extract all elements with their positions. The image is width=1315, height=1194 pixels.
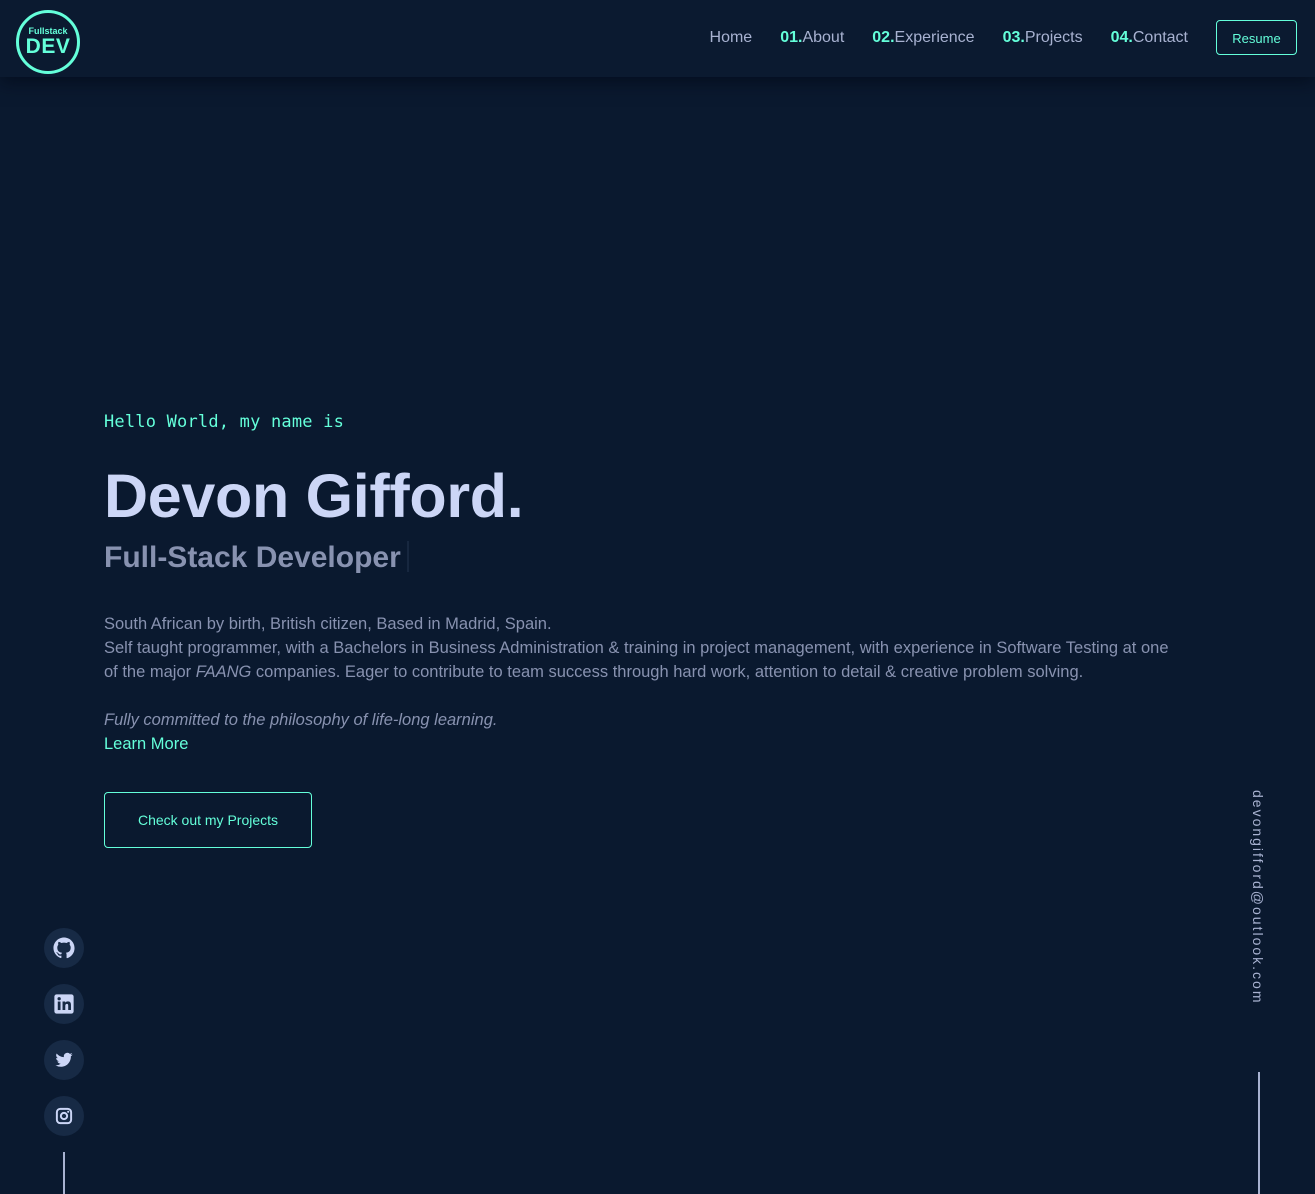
- nav-home[interactable]: Home: [710, 27, 753, 49]
- social-links: [44, 928, 84, 1152]
- nav-projects-number: 03.: [1002, 29, 1025, 46]
- logo[interactable]: Fullstack DEV: [16, 10, 80, 74]
- nav-experience[interactable]: 02.Experience: [872, 27, 974, 49]
- nav-home-label: Home: [709, 29, 753, 46]
- main-navigation: Home 01.About 02.Experience 03.Projects …: [710, 27, 1188, 49]
- resume-button[interactable]: Resume: [1216, 20, 1297, 55]
- linkedin-link[interactable]: [44, 984, 84, 1024]
- contact-email-link[interactable]: devongifford@outlook.com: [1250, 790, 1266, 1005]
- nav-contact-label: Contact: [1132, 29, 1188, 46]
- social-divider-line: [63, 1152, 65, 1194]
- site-header: Fullstack DEV Home 01.About 02.Experienc…: [0, 0, 1315, 77]
- hero-role: Full-Stack Developer: [104, 539, 1184, 577]
- philosophy-text: Fully committed to the philosophy of lif…: [104, 711, 498, 729]
- github-icon: [53, 937, 75, 959]
- nav-contact[interactable]: 04.Contact: [1111, 27, 1188, 49]
- nav-experience-number: 02.: [872, 29, 895, 46]
- twitter-link[interactable]: [44, 1040, 84, 1080]
- instagram-icon: [55, 1107, 73, 1125]
- logo-main-text: DEV: [25, 35, 71, 58]
- hero-name: Devon Gifford.: [104, 462, 524, 530]
- bio-location-text: South African by birth, British citizen,…: [104, 615, 552, 633]
- nav-projects[interactable]: 03.Projects: [1003, 27, 1083, 49]
- typing-cursor: [406, 541, 409, 572]
- nav-about-label: About: [802, 29, 845, 46]
- bio-outro-text: companies. Eager to contribute to team s…: [251, 663, 1084, 681]
- linkedin-icon: [53, 993, 75, 1015]
- hero-greeting: Hello World, my name is: [104, 412, 345, 432]
- email-divider-line: [1258, 1072, 1260, 1194]
- twitter-icon: [55, 1051, 73, 1069]
- bio-faang-text: FAANG: [195, 663, 252, 681]
- instagram-link[interactable]: [44, 1096, 84, 1136]
- github-link[interactable]: [44, 928, 84, 968]
- nav-about-number: 01.: [780, 29, 803, 46]
- hero-section: Hello World, my name is Devon Gifford. F…: [104, 408, 1184, 848]
- projects-button[interactable]: Check out my Projects: [104, 792, 312, 848]
- hero-role-text: Full-Stack Developer: [104, 541, 401, 574]
- nav-about[interactable]: 01.About: [780, 27, 844, 49]
- hero-bio: South African by birth, British citizen,…: [104, 612, 1184, 684]
- nav-experience-label: Experience: [894, 29, 975, 46]
- nav-contact-number: 04.: [1110, 29, 1133, 46]
- nav-projects-label: Projects: [1024, 29, 1083, 46]
- learn-more-link[interactable]: Learn More: [104, 732, 1184, 756]
